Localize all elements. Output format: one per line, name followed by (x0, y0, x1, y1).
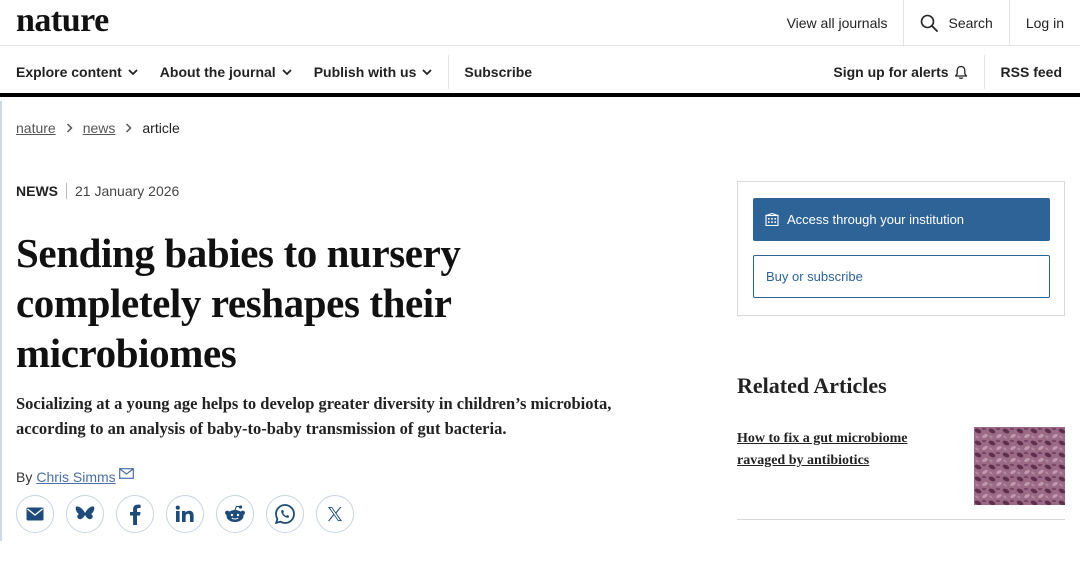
breadcrumb-current: article (142, 120, 180, 136)
log-in-label: Log in (1025, 15, 1064, 31)
related-article-link[interactable]: How to fix a gut microbiome ravaged by a… (737, 428, 952, 472)
chevron-right-icon (125, 120, 132, 136)
byline-prefix: By (16, 469, 33, 485)
nav-divider (448, 55, 450, 89)
nav-about-journal[interactable]: About the journal (160, 64, 292, 80)
access-box: Access through your institution Buy or s… (737, 181, 1065, 316)
rss-feed-label: RSS feed (1000, 64, 1062, 80)
related-articles-heading: Related Articles (737, 373, 887, 398)
nature-logo[interactable]: nature (16, 2, 109, 40)
view-all-journals-link[interactable]: View all journals (771, 0, 904, 46)
search-label: Search (948, 15, 993, 31)
nav-left: Explore content About the journal Publis… (16, 47, 554, 97)
article-meta: NEWS 21 January 2026 (16, 183, 179, 199)
nav-subscribe[interactable]: Subscribe (464, 64, 532, 80)
linkedin-icon (175, 505, 194, 522)
nav-right: Sign up for alerts RSS feed (833, 47, 1080, 97)
chevron-down-icon (422, 68, 432, 75)
article-date: 21 January 2026 (75, 183, 180, 199)
bell-icon (954, 65, 967, 79)
mail-icon[interactable] (118, 467, 134, 479)
share-reddit-button[interactable] (216, 495, 254, 533)
related-article-thumbnail[interactable] (974, 427, 1065, 505)
access-institution-button[interactable]: Access through your institution (753, 198, 1050, 241)
institution-icon (765, 213, 779, 226)
reddit-icon (225, 505, 245, 522)
top-links: View all journals Search Log in (771, 0, 1080, 46)
email-icon (26, 507, 44, 521)
x-icon (328, 507, 342, 521)
rss-feed-link[interactable]: RSS feed (983, 55, 1062, 89)
breadcrumb-nature[interactable]: nature (16, 120, 56, 136)
sign-up-alerts-link[interactable]: Sign up for alerts (833, 64, 967, 80)
nav-explore-content[interactable]: Explore content (16, 64, 138, 80)
left-edge-line (0, 101, 2, 541)
log-in-link[interactable]: Log in (1008, 0, 1080, 46)
nav-about-label: About the journal (159, 64, 276, 80)
chevron-down-icon (282, 68, 292, 75)
share-whatsapp-button[interactable] (266, 495, 304, 533)
search-icon (921, 14, 939, 32)
chevron-right-icon (66, 120, 73, 136)
share-buttons (16, 495, 366, 533)
view-all-journals-label: View all journals (786, 15, 888, 31)
search-button[interactable]: Search (903, 0, 1008, 46)
share-bluesky-button[interactable] (66, 495, 104, 533)
author-link[interactable]: Chris Simms (36, 469, 115, 485)
related-article-item: How to fix a gut microbiome ravaged by a… (737, 427, 1065, 520)
nav-publish-with-us[interactable]: Publish with us (314, 64, 433, 80)
whatsapp-icon (274, 504, 295, 525)
main-nav: Explore content About the journal Publis… (0, 47, 1080, 97)
buy-or-subscribe-button[interactable]: Buy or subscribe (753, 255, 1050, 298)
article-standfirst: Socializing at a young age helps to deve… (16, 394, 612, 438)
share-facebook-button[interactable] (116, 495, 154, 533)
nav-explore-label: Explore content (16, 64, 122, 80)
share-email-button[interactable] (16, 495, 54, 533)
bluesky-icon (75, 506, 95, 520)
buy-or-subscribe-label: Buy or subscribe (766, 269, 863, 284)
nav-publish-label: Publish with us (313, 64, 417, 80)
article-headline: Sending babies to nursery completely res… (16, 230, 461, 376)
breadcrumb: nature news article (16, 120, 180, 136)
facebook-icon (130, 504, 141, 525)
chevron-down-icon (128, 68, 138, 75)
article-type: NEWS (16, 183, 67, 199)
sign-up-alerts-label: Sign up for alerts (833, 64, 949, 80)
breadcrumb-news[interactable]: news (83, 120, 116, 136)
share-x-button[interactable] (316, 495, 354, 533)
share-linkedin-button[interactable] (166, 495, 204, 533)
byline: By Chris Simms (16, 467, 134, 485)
access-institution-label: Access through your institution (787, 212, 965, 227)
top-bar: nature View all journals Search Log in (0, 0, 1080, 46)
nav-subscribe-label: Subscribe (464, 64, 533, 80)
